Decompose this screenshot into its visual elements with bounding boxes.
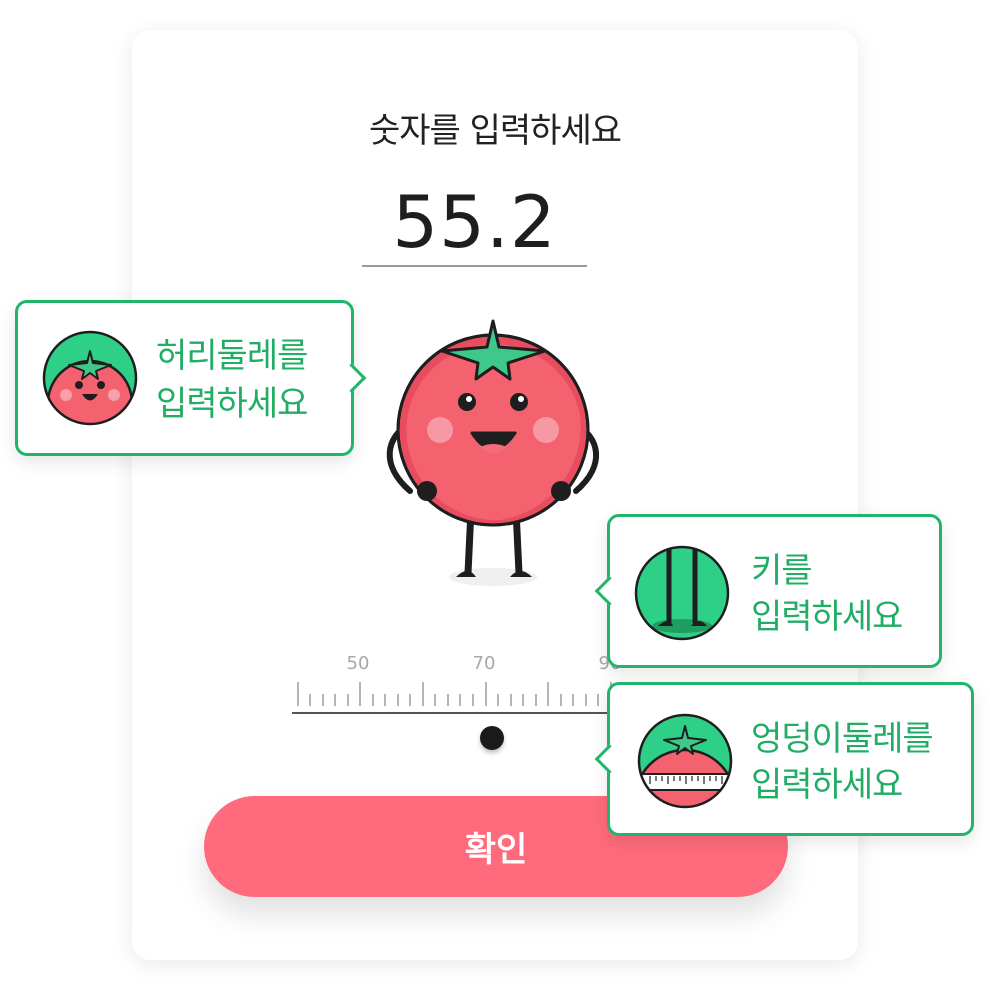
- waist-tooltip-line1: 허리둘레를: [156, 336, 308, 376]
- waist-tooltip: 허리둘레를 입력하세요: [15, 300, 367, 456]
- hip-tooltip: 엉덩이둘레를 입력하세요: [594, 682, 974, 836]
- prompt-title: 숫자를 입력하세요: [368, 111, 622, 151]
- legs-icon: [634, 545, 730, 641]
- tomato-mascot: [386, 319, 599, 586]
- hip-tooltip-line1: 엉덩이둘레를: [751, 719, 934, 759]
- height-tooltip-line1: 키를: [751, 551, 813, 591]
- waist-tooltip-line2: 입력하세요: [156, 384, 308, 424]
- hip-tooltip-line2: 입력하세요: [751, 765, 903, 805]
- ruler-ticks: [297, 682, 612, 706]
- height-tooltip-line2: 입력하세요: [751, 597, 903, 637]
- tomato-tape-measure-icon: [637, 713, 733, 809]
- ruler-label-50: 50: [346, 653, 370, 674]
- tomato-face-icon: [42, 330, 138, 426]
- height-tooltip: 키를 입력하세요: [594, 514, 942, 668]
- ruler-slider[interactable]: [290, 648, 620, 720]
- number-input-value[interactable]: 55.2: [362, 182, 587, 262]
- input-underline: [362, 265, 587, 267]
- ruler-slider-handle[interactable]: [480, 726, 504, 750]
- ruler-label-70: 70: [472, 653, 496, 674]
